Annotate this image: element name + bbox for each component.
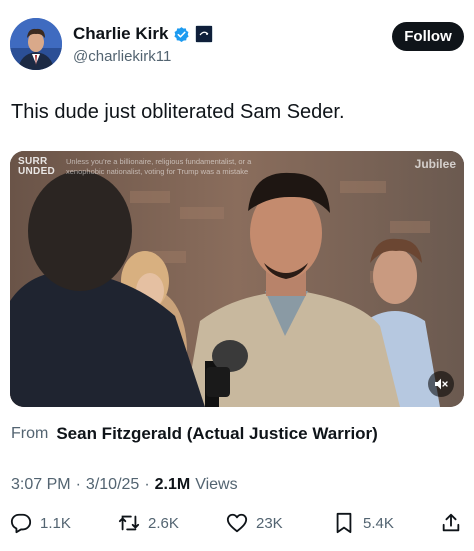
- speaker-muted-icon: [435, 378, 448, 390]
- repost-icon: [118, 515, 140, 531]
- reply-icon: [10, 513, 32, 534]
- mute-button[interactable]: [428, 371, 454, 397]
- channel-watermark: Jubilee: [414, 157, 456, 171]
- show-logo: SURR UNDED: [18, 157, 55, 177]
- tweet-text: This dude just obliterated Sam Seder.: [11, 101, 345, 123]
- repost-button[interactable]: 2.6K: [118, 510, 179, 536]
- handle[interactable]: @charliekirk11: [73, 48, 171, 65]
- tweet-metadata: 3:07 PM · 3/10/25 · 2.1M Views: [11, 476, 238, 494]
- tweet-header: Charlie Kirk @charliekirk11 Follow: [10, 18, 464, 72]
- views-count: 2.1M: [154, 476, 191, 493]
- tweet-time[interactable]: 3:07 PM: [11, 476, 71, 494]
- source-label: From: [11, 425, 49, 442]
- follow-button[interactable]: Follow: [392, 22, 464, 51]
- reply-button[interactable]: 1.1K: [10, 510, 71, 536]
- separator-dot: ·: [144, 476, 150, 493]
- video-frame: [10, 151, 464, 407]
- like-count: 23K: [256, 514, 283, 532]
- share-button[interactable]: [440, 510, 462, 536]
- repost-count: 2.6K: [148, 514, 179, 532]
- like-button[interactable]: 23K: [226, 510, 283, 536]
- display-name[interactable]: Charlie Kirk: [73, 24, 168, 44]
- show-logo-line2: UNDED: [18, 166, 56, 177]
- verified-check-icon: [173, 26, 190, 43]
- share-icon: [442, 513, 460, 532]
- bookmark-count: 5.4K: [363, 514, 394, 532]
- source-name-link[interactable]: Sean Fitzgerald (Actual Justice Warrior): [56, 424, 378, 444]
- bookmark-button[interactable]: 5.4K: [333, 510, 394, 536]
- media-video[interactable]: SURR UNDED Unless you're a billionaire, …: [10, 151, 464, 407]
- media-source: From Sean Fitzgerald (Actual Justice War…: [11, 424, 378, 444]
- action-bar: 1.1K 2.6K 23K 5.4K: [10, 510, 466, 536]
- views-label: Views: [195, 476, 238, 493]
- heart-icon: [226, 513, 248, 533]
- reply-count: 1.1K: [40, 514, 71, 532]
- video-caption: Unless you're a billionaire, religious f…: [66, 157, 252, 176]
- tweet-date[interactable]: 3/10/25: [86, 476, 139, 494]
- separator-dot: ·: [75, 476, 81, 493]
- affiliate-badge-icon[interactable]: [195, 25, 214, 43]
- bookmark-icon: [336, 512, 352, 534]
- avatar[interactable]: [10, 18, 62, 70]
